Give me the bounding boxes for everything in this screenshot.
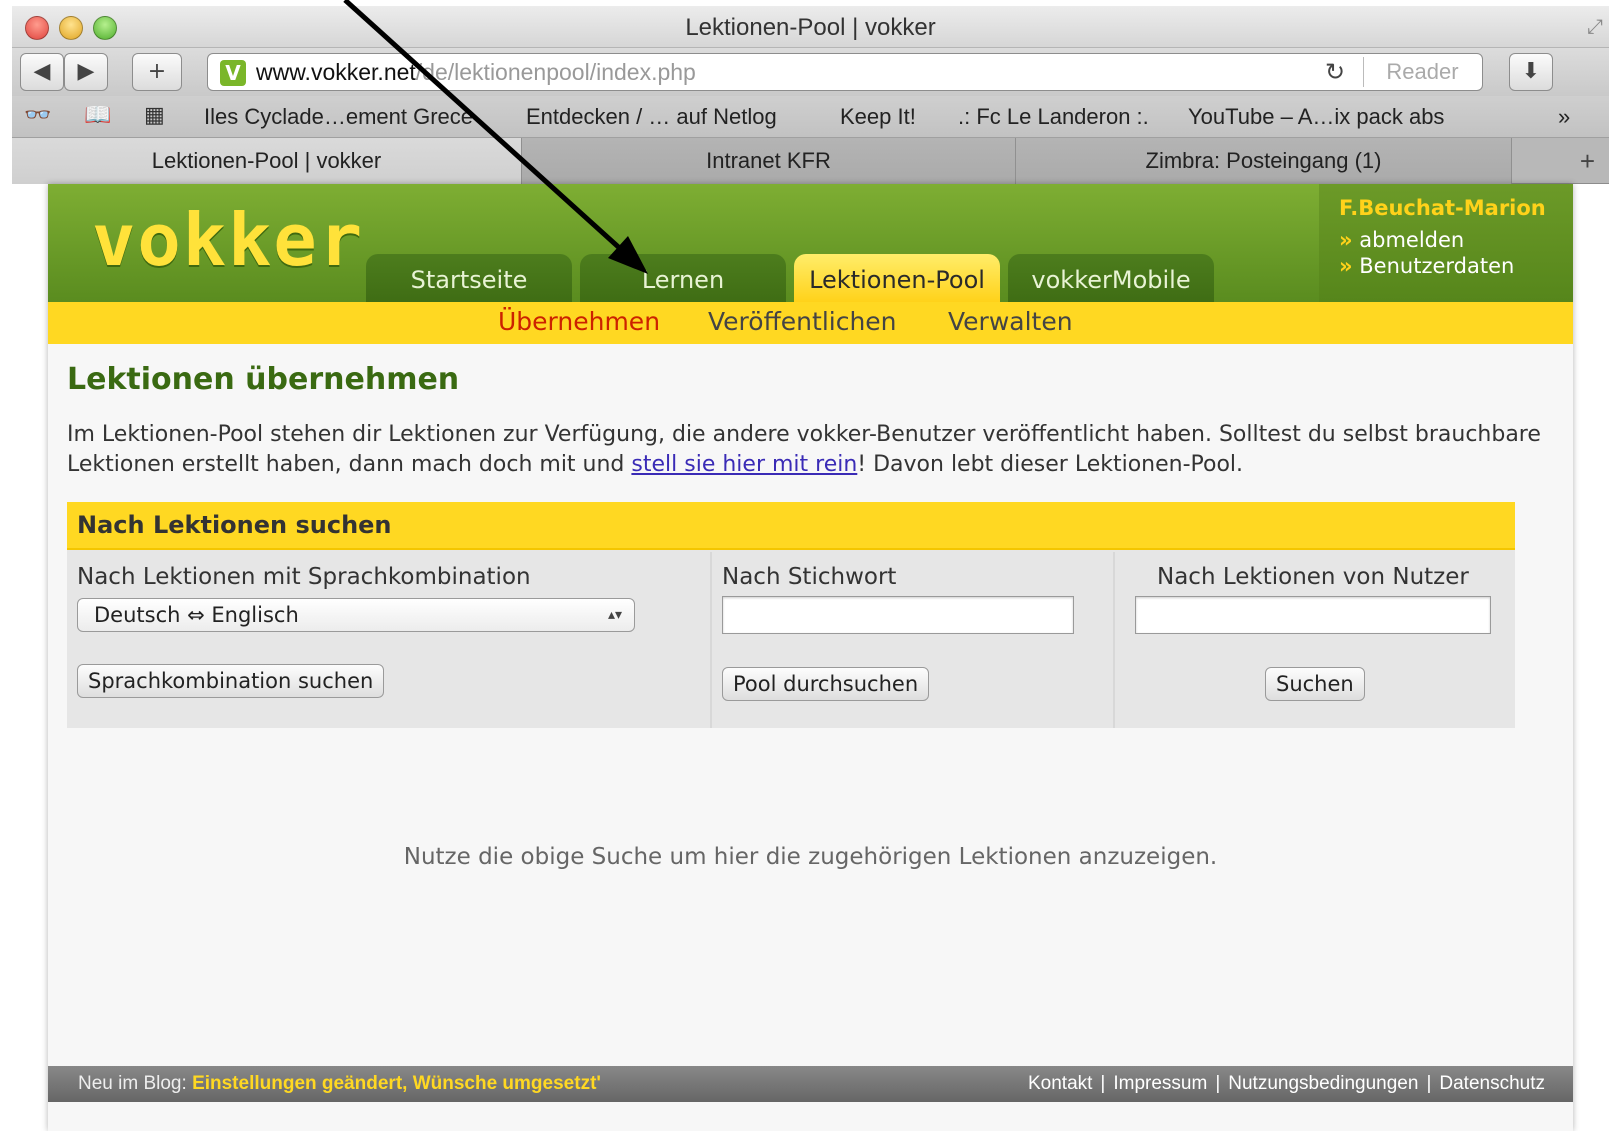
site-header: vokker Startseite Lernen Lektionen-Pool … (48, 184, 1573, 302)
window-title: Lektionen-Pool | vokker (685, 14, 936, 41)
bookmark-item[interactable]: Keep It! (840, 104, 916, 130)
bookmark-item[interactable]: Iles Cyclade…ement Grece (204, 104, 473, 130)
subnav-veroeffentlichen[interactable]: Veröffentlichen (708, 307, 897, 336)
bookmarks-overflow-icon[interactable]: » (1558, 104, 1570, 130)
search-pool-button[interactable]: Pool durchsuchen (722, 667, 930, 701)
plus-icon: + (147, 59, 167, 84)
site-favicon: V (220, 60, 246, 86)
top-sites-grid-icon[interactable]: ▦ (144, 102, 165, 128)
title-bar: Lektionen-Pool | vokker ⤢ (12, 6, 1609, 48)
search-language-button[interactable]: Sprachkombination suchen (77, 664, 385, 698)
new-tab-icon[interactable]: + (1580, 146, 1595, 177)
search-panel: Nach Lektionen suchen Nach Lektionen mit… (67, 502, 1515, 728)
download-icon: ⬇ (1521, 59, 1541, 84)
search-user-button[interactable]: Suchen (1265, 667, 1365, 701)
back-button[interactable]: ◀ (20, 53, 64, 91)
language-combination-select[interactable]: Deutsch ⇔ Englisch ▴▾ (77, 598, 635, 632)
subnav-uebernehmen[interactable]: Übernehmen (498, 307, 660, 336)
reading-list-icon[interactable]: 👓 (24, 102, 51, 128)
browser-window: Lektionen-Pool | vokker ⤢ ◀ ▶ + V www.vo… (0, 0, 1609, 1131)
page-title: Lektionen übernehmen (67, 362, 460, 397)
footer-link-nutzungsbedingungen[interactable]: Nutzungsbedingungen (1228, 1073, 1418, 1094)
url-domain: www.vokker.net (256, 59, 416, 85)
downloads-button[interactable]: ⬇ (1509, 53, 1553, 91)
keyword-search-column: Nach Stichwort Pool durchsuchen (710, 552, 1111, 728)
address-bar[interactable]: V www.vokker.net/de/lektionenpool/index.… (207, 53, 1483, 91)
bookmark-item[interactable]: .: Fc Le Landeron :. (958, 104, 1149, 130)
nav-tab-vokkermobile[interactable]: vokkerMobile (1008, 254, 1214, 302)
keyword-input[interactable] (722, 596, 1074, 634)
select-arrows-icon: ▴▾ (607, 607, 622, 623)
bookmark-item[interactable]: YouTube – A…ix pack abs (1188, 104, 1444, 130)
footer-link-impressum[interactable]: Impressum (1113, 1073, 1207, 1094)
nav-tab-startseite[interactable]: Startseite (366, 254, 572, 302)
sub-navigation: Übernehmen Veröffentlichen Verwalten (48, 302, 1573, 344)
forward-icon: ▶ (77, 59, 95, 84)
url-path: /de/lektionenpool/index.php (415, 59, 696, 85)
tab-intranet-kfr[interactable]: Intranet KFR (522, 138, 1016, 184)
vokker-logo[interactable]: vokker (92, 198, 364, 282)
user-name: F.Beuchat-Marion (1339, 196, 1546, 220)
blog-post-link[interactable]: Einstellungen geändert, Wünsche umgesetz… (192, 1073, 596, 1094)
reader-button[interactable]: Reader (1363, 57, 1481, 87)
footer-links: Kontakt | Impressum | Nutzungsbedingungen | Da… (1027, 1073, 1545, 1094)
site-footer: Neu im Blog: Einstellungen geändert, Wün… (48, 1066, 1573, 1102)
tab-zimbra[interactable]: Zimbra: Posteingang (1) (1016, 138, 1512, 184)
contribute-link[interactable]: stell sie hier mit rein (631, 452, 857, 477)
user-search-label: Nach Lektionen von Nutzer (1157, 564, 1469, 590)
subnav-verwalten[interactable]: Verwalten (948, 307, 1073, 336)
blog-teaser: Neu im Blog: Einstellungen geändert, Wün… (78, 1073, 601, 1094)
tab-bar: Lektionen-Pool | vokker Intranet KFR Zim… (12, 138, 1609, 184)
empty-results-hint: Nutze die obige Suche um hier die zugehö… (403, 844, 1218, 870)
language-search-column: Nach Lektionen mit Sprachkombination Deu… (67, 552, 708, 728)
bookmarks-bar: 👓 📖 ▦ Iles Cyclade…ement Grece Entdecken… (12, 96, 1609, 138)
footer-link-datenschutz[interactable]: Datenschutz (1439, 1073, 1545, 1094)
footer-link-kontakt[interactable]: Kontakt (1028, 1073, 1092, 1094)
search-panel-header: Nach Lektionen suchen (67, 502, 1515, 550)
fullscreen-icon[interactable]: ⤢ (1587, 14, 1603, 38)
language-combination-label: Nach Lektionen mit Sprachkombination (77, 564, 531, 590)
browser-toolbar: ◀ ▶ + V www.vokker.net/de/lektionenpool/… (12, 48, 1609, 96)
add-bookmark-button[interactable]: + (132, 53, 182, 91)
bookmark-item[interactable]: Entdecken / … auf Netlog (526, 104, 777, 130)
web-page: vokker Startseite Lernen Lektionen-Pool … (48, 184, 1573, 1131)
tab-lektionen-pool[interactable]: Lektionen-Pool | vokker (12, 138, 522, 184)
user-search-input[interactable] (1135, 596, 1491, 634)
user-settings-link[interactable]: » Benutzerdaten (1339, 254, 1514, 278)
nav-tab-lektionen-pool[interactable]: Lektionen-Pool (794, 254, 1000, 302)
keyword-label: Nach Stichwort (722, 564, 897, 590)
nav-tab-lernen[interactable]: Lernen (580, 254, 786, 302)
logout-link[interactable]: » abmelden (1339, 228, 1464, 252)
user-search-column: Nach Lektionen von Nutzer Suchen (1113, 552, 1515, 728)
forward-button[interactable]: ▶ (64, 53, 108, 91)
user-box: F.Beuchat-Marion » abmelden » Benutzerda… (1319, 184, 1573, 302)
back-icon: ◀ (33, 59, 51, 84)
url-text[interactable]: www.vokker.net/de/lektionenpool/index.ph… (256, 59, 696, 86)
bookmarks-book-icon[interactable]: 📖 (84, 102, 111, 128)
search-panel-title: Nach Lektionen suchen (77, 511, 392, 539)
reload-icon[interactable]: ↻ (1325, 58, 1345, 86)
intro-text: Im Lektionen-Pool stehen dir Lektionen z… (67, 422, 1541, 477)
